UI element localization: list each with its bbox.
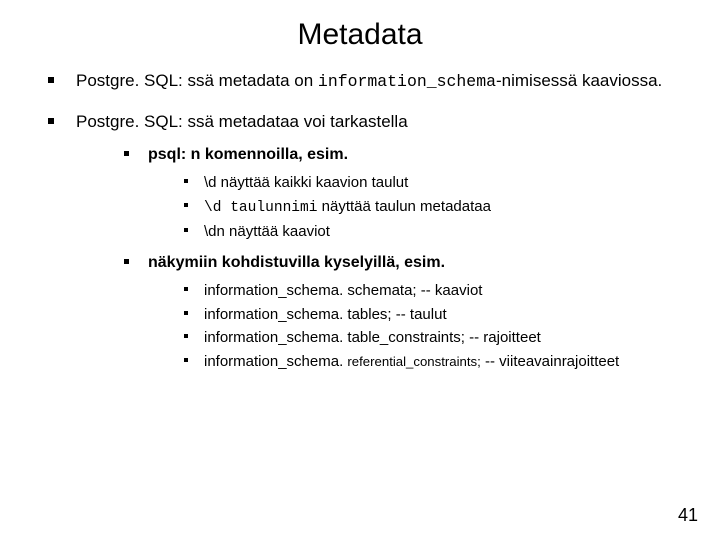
psql-cmd-d-table: \d taulunnimi näyttää taulun metadataa xyxy=(184,196,680,219)
psql-cmd-d-table-suffix: näyttää taulun metadataa xyxy=(317,198,490,215)
psql-cmd-dn: \dn näyttää kaaviot xyxy=(184,221,680,243)
psql-cmd-d: \d näyttää kaikki kaavion taulut xyxy=(184,172,680,194)
bullet-1-code: information_schema xyxy=(318,72,496,91)
view-ref-prefix: information_schema. xyxy=(204,353,347,370)
psql-cmd-d-table-code: \d taulunnimi xyxy=(204,200,317,216)
view-ref-suffix: -- viiteavainrajoitteet xyxy=(481,353,619,370)
view-ref-small: referential_constraints; xyxy=(347,354,480,369)
bullet-item-2: Postgre. SQL: ssä metadataa voi tarkaste… xyxy=(48,111,680,373)
bullet-1-suffix: -nimisessä kaaviossa. xyxy=(496,71,662,90)
slide-title: Metadata xyxy=(0,0,720,70)
bullet-1-prefix: Postgre. SQL: ssä metadata on xyxy=(76,71,318,90)
page-number: 41 xyxy=(678,505,698,526)
bullet-2-text: Postgre. SQL: ssä metadataa voi tarkaste… xyxy=(76,112,408,131)
slide: Metadata Postgre. SQL: ssä metadata on i… xyxy=(0,0,720,540)
bullet-list-level3-views: information_schema. schemata; -- kaaviot… xyxy=(184,280,680,373)
view-referential-constraints: information_schema. referential_constrai… xyxy=(184,351,680,373)
bullet-list-level3-psql: \d näyttää kaikki kaavion taulut \d taul… xyxy=(184,172,680,243)
sub-item-psql-text: psql: n komennoilla, esim. xyxy=(148,146,348,163)
view-table-constraints: information_schema. table_constraints; -… xyxy=(184,327,680,349)
sub-item-views-text: näkymiin kohdistuvilla kyselyillä, esim. xyxy=(148,254,445,271)
sub-item-views: näkymiin kohdistuvilla kyselyillä, esim.… xyxy=(124,252,680,373)
bullet-list-level1: Postgre. SQL: ssä metadata on informatio… xyxy=(48,70,680,373)
sub-item-psql: psql: n komennoilla, esim. \d näyttää ka… xyxy=(124,144,680,242)
bullet-list-level2: psql: n komennoilla, esim. \d näyttää ka… xyxy=(124,144,680,373)
view-tables: information_schema. tables; -- taulut xyxy=(184,304,680,326)
view-schemata: information_schema. schemata; -- kaaviot xyxy=(184,280,680,302)
bullet-item-1: Postgre. SQL: ssä metadata on informatio… xyxy=(48,70,680,93)
